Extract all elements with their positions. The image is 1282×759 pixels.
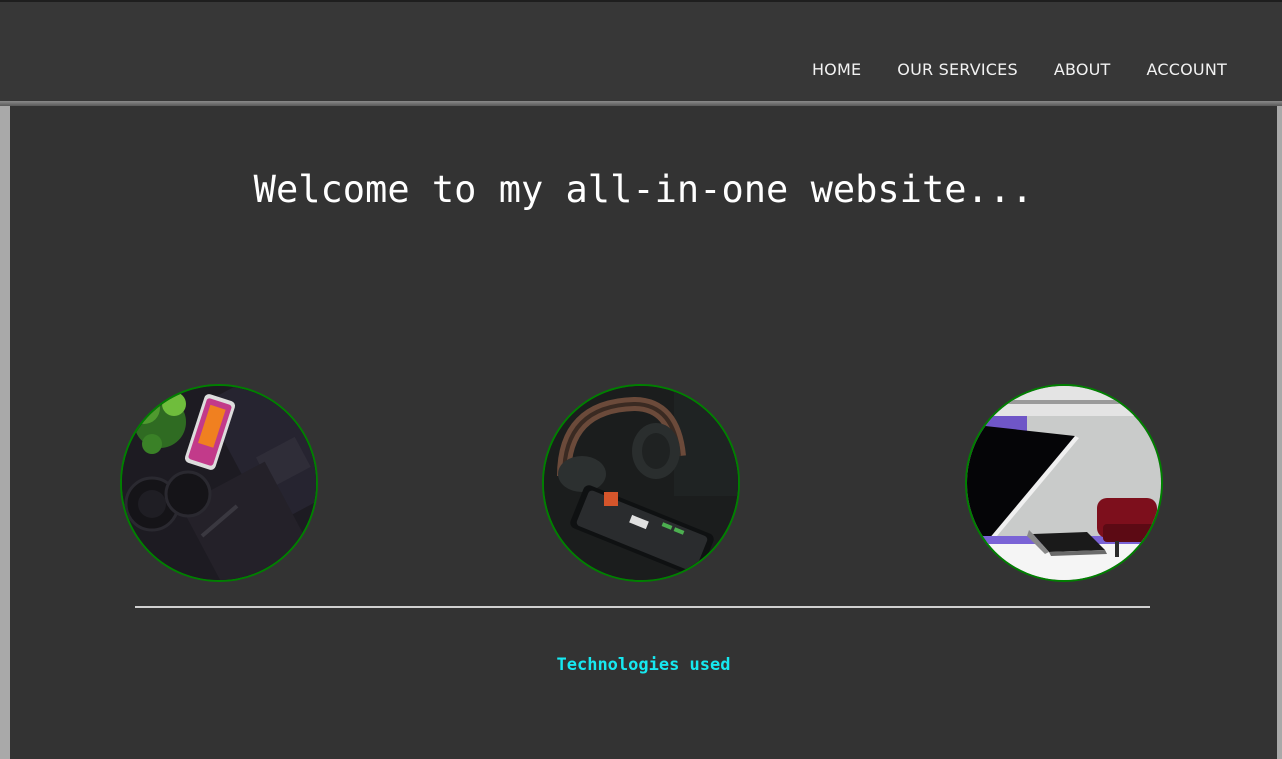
office-laptop-image <box>967 386 1161 580</box>
page-title: Welcome to my all-in-one website... <box>253 168 1034 211</box>
headphones-phone-photo <box>542 384 740 582</box>
main-content: Welcome to my all-in-one website... Tech… <box>10 106 1277 759</box>
section-divider <box>135 606 1150 608</box>
office-laptop-photo <box>965 384 1163 582</box>
technologies-heading: Technologies used <box>556 655 731 675</box>
nav-our-services[interactable]: OUR SERVICES <box>897 60 1018 79</box>
nav-about[interactable]: ABOUT <box>1054 60 1111 79</box>
headphones-phone-image <box>544 386 738 580</box>
nav-account[interactable]: ACCOUNT <box>1147 60 1227 79</box>
nav-home[interactable]: HOME <box>812 60 861 79</box>
main-nav: HOME OUR SERVICES ABOUT ACCOUNT <box>812 60 1227 79</box>
navbar: HOME OUR SERVICES ABOUT ACCOUNT <box>0 2 1282 101</box>
desk-phone-image <box>122 386 316 580</box>
desk-phone-photo <box>120 384 318 582</box>
